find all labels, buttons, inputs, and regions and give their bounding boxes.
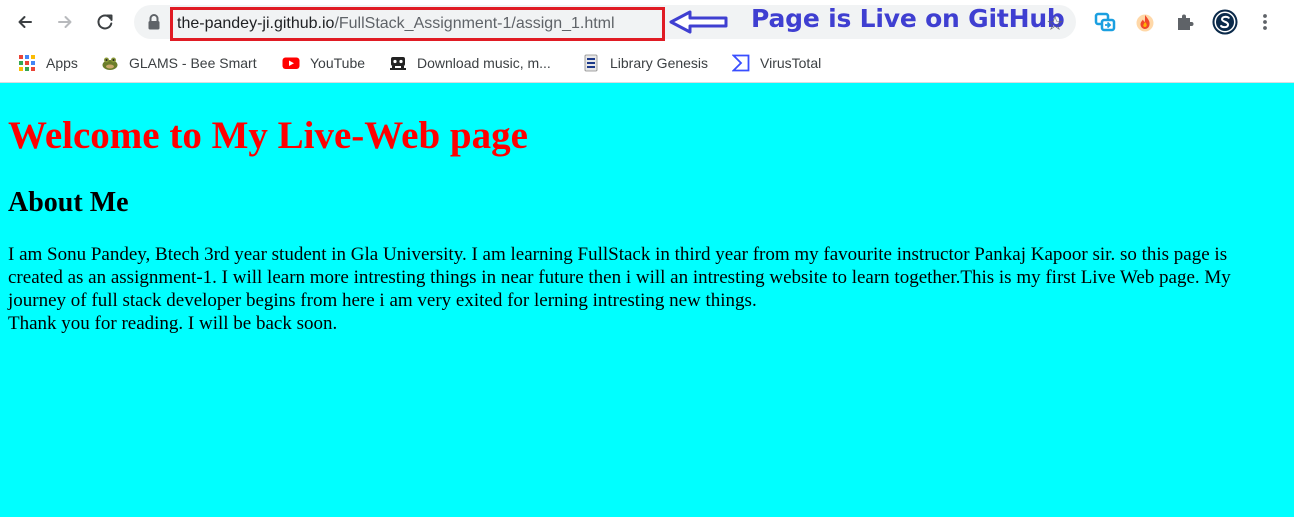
extension-screen-icon[interactable]: [1092, 9, 1118, 35]
url-path: /FullStack_Assignment-1/assign_1.html: [334, 15, 615, 32]
back-button[interactable]: [11, 8, 39, 36]
browser-toolbar: the-pandey-ji.github.io/FullStack_Assign…: [0, 0, 1294, 44]
apps-grid-icon: [19, 55, 35, 71]
bookmark-label: GLAMS - Bee Smart: [129, 55, 257, 71]
url-domain: the-pandey-ji.github.io: [177, 15, 335, 32]
left-arrow-annotation-icon: [669, 10, 728, 34]
lock-icon[interactable]: [146, 13, 162, 31]
web-page-content: Welcome to My Live-Web page About Me I a…: [0, 83, 1294, 517]
bookmark-glams[interactable]: GLAMS - Bee Smart: [101, 53, 257, 73]
music-download-icon: [390, 57, 406, 70]
bookmark-label: VirusTotal: [760, 55, 822, 71]
library-icon: [584, 54, 598, 72]
bookmark-youtube[interactable]: YouTube: [282, 53, 365, 73]
paragraph-closing: Thank you for reading. I will be back so…: [8, 313, 338, 334]
bookmark-library-genesis[interactable]: Library Genesis: [582, 53, 708, 73]
bookmarks-bar: Apps GLAMS - Bee Smart YouTube Download …: [0, 44, 1294, 83]
forward-arrow-icon: [58, 16, 72, 28]
bookmark-label: Apps: [46, 55, 78, 71]
profile-avatar-icon[interactable]: [1212, 9, 1238, 35]
about-me-paragraph: I am Sonu Pandey, Btech 3rd year student…: [8, 243, 1286, 335]
url-text[interactable]: the-pandey-ji.github.io/FullStack_Assign…: [170, 7, 665, 41]
bookmark-star-icon[interactable]: ☆: [1046, 11, 1064, 35]
bookmark-label: Library Genesis: [610, 55, 709, 71]
youtube-icon: [282, 57, 300, 69]
extensions-puzzle-icon[interactable]: [1172, 9, 1198, 35]
annotation-text: Page is Live on GitHub: [751, 4, 1065, 33]
paragraph-body: I am Sonu Pandey, Btech 3rd year student…: [8, 244, 1231, 311]
extension-flame-icon[interactable]: [1132, 9, 1158, 35]
bookmark-apps[interactable]: Apps: [18, 53, 78, 73]
virustotal-icon: [732, 54, 750, 72]
reload-icon: [97, 14, 113, 30]
frog-icon: [102, 57, 118, 70]
forward-button[interactable]: [51, 8, 79, 36]
reload-button[interactable]: [91, 8, 119, 36]
browser-menu-icon[interactable]: [1252, 9, 1278, 35]
bookmark-label: Download music, m...: [417, 55, 551, 71]
bookmark-label: YouTube: [310, 55, 366, 71]
page-heading: Welcome to My Live-Web page: [8, 114, 528, 157]
bookmark-virustotal[interactable]: VirusTotal: [732, 53, 821, 73]
bookmark-download-music[interactable]: Download music, m...: [389, 53, 551, 73]
back-arrow-icon: [18, 16, 32, 28]
about-me-heading: About Me: [8, 187, 129, 218]
